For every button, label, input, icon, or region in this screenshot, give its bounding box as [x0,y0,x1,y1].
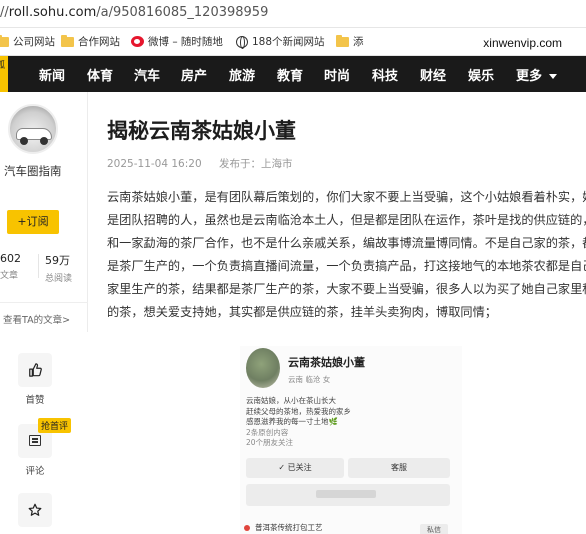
star-icon [28,503,42,516]
article-date: 2025-11-04 16:20 [107,158,202,170]
bio-line: 赶续父母的茶地，热爱我的家乡 [246,406,351,416]
author-card: 汽车圈指南 +订阅 602 文章 59万 总阅读 查看TA的文章> [0,92,88,332]
bookmark-weibo[interactable]: 微博 – 随时随地 [131,34,223,49]
profile-row-tag: 私信 [420,524,448,534]
bookmark-label: 添 [353,36,364,48]
like-button[interactable] [18,353,52,387]
articles-stat: 602 文章 [0,252,21,281]
chevron-down-icon [549,74,558,79]
profile-photo [246,348,280,388]
profile-video-row: 普洱茶传统打包工艺 [244,522,323,533]
nav-item-fashion[interactable]: 时尚 [324,65,350,84]
article-line: 是团队招聘的人，虽然也是云南临沧本土人，但是都是团队在运作，茶叶是找的供应链的， [107,213,586,227]
article-line: 云南茶姑娘小董，是有团队幕后策划的，你们大家不要上当受骗，这个小姑娘看着朴实，她 [107,190,586,204]
like-action[interactable]: 首赞 [18,353,52,406]
bookmark-company-sites[interactable]: 公司网站 [0,34,55,49]
favorite-button[interactable] [18,493,52,527]
nav-item-auto[interactable]: 汽车 [134,65,160,84]
first-comment-badge: 抢首评 [38,418,72,433]
nav-more-label: 更多 [516,69,543,84]
stat-divider [38,254,39,278]
see-author-articles-link[interactable]: 查看TA的文章> [3,312,70,326]
bio-line: 感恩滋养我的每一寸土地🌿 [246,417,338,426]
reads-stat: 59万 总阅读 [45,252,72,284]
embedded-profile-screenshot: 云南茶姑娘小董 云南 临沧 女 云南姑娘，从小在茶山长大 赶续父母的茶地，热爱我… [240,346,462,534]
bookmarks-bar: 公司网站 合作网站 微博 – 随时随地 188个新闻网站 添 xinwenvip… [0,28,586,56]
bookmark-label: 微博 – 随时随地 [148,36,223,48]
comment-label: 评论 [25,466,45,477]
profile-name: 云南茶姑娘小董 [288,356,365,369]
profile-location: 云南 临沧 女 [288,375,331,384]
url-host: roll.sohu.com [8,5,97,20]
articles-count: 602 [0,252,21,265]
article-line: 的茶，想关爱支持她，其实都是供应链的茶，挂羊头卖狗肉，博取同情； [107,305,497,319]
url-prefix: // [0,5,9,20]
nav-item-sports[interactable]: 体育 [87,65,113,84]
favorite-action[interactable] [18,493,52,527]
article-meta: 2025-11-04 16:20 发布于：上海市 [107,156,306,171]
blurred-content [316,490,376,498]
url-text[interactable]: //roll.sohu.com/a/950816085_120398959 [0,5,268,20]
car-wheel [40,137,48,145]
nav-item-finance[interactable]: 财经 [420,65,446,84]
nav-more-button[interactable]: 更多 [516,65,558,84]
folder-icon [61,34,74,47]
nav-item-news[interactable]: 新闻 [39,65,65,84]
folder-icon [336,34,349,47]
comment-button[interactable]: 抢首评 [18,418,72,458]
subscribe-button[interactable]: +订阅 [7,210,59,234]
reads-label: 总阅读 [45,274,73,284]
comment-action[interactable]: 抢首评 评论 [18,418,72,477]
top-nav: 狐 新闻 体育 汽车 房产 旅游 教育 时尚 科技 财经 娱乐 更多 [0,56,586,92]
avatar[interactable] [8,104,58,154]
article-line: 是茶厂生产的，一个负责搞直播间流量，一个负责搞产品，打这接地气的本地茶农都是自己 [107,259,586,273]
bookmark-label: 公司网站 [13,36,55,48]
article-body: 云南茶姑娘小董，是有团队幕后策划的，你们大家不要上当受骗，这个小姑娘看着朴实，她… [107,186,586,324]
like-label: 首赞 [25,395,45,406]
globe-icon [236,35,248,49]
profile-blurred-bar [246,484,450,506]
watermark-text: xinwenvip.com [483,36,562,50]
profile-bio: 云南姑娘，从小在茶山长大 赶续父母的茶地，热爱我的家乡 感恩滋养我的每一寸土地🌿… [246,396,351,449]
url-path: /a/950816085_120398959 [96,5,269,20]
logo-text: 狐 [0,61,6,71]
profile-stat: 20个朋友关注 [246,438,294,447]
reads-count: 59万 [45,254,70,267]
car-wheel [20,137,28,145]
nav-item-entertainment[interactable]: 娱乐 [468,65,494,84]
site-logo[interactable]: 狐 [0,56,8,92]
profile-stat: 2条原创内容 [246,427,289,437]
thumbs-up-icon [29,363,42,377]
nav-item-travel[interactable]: 旅游 [229,65,255,84]
address-bar[interactable]: //roll.sohu.com/a/950816085_120398959 [0,0,586,28]
nav-item-realestate[interactable]: 房产 [181,65,207,84]
bookmark-add[interactable]: 添 [336,34,364,49]
articles-label: 文章 [0,271,19,281]
bookmark-label: 188个新闻网站 [252,36,325,48]
profile-service-button: 客服 [348,458,450,478]
article-line: 和一家勐海的茶厂合作，也不是什么亲戚关系，编故事博流量博同情。不是自己家的茶，都 [107,236,586,250]
bookmark-label: 合作网站 [78,36,120,48]
nav-item-tech[interactable]: 科技 [372,65,398,84]
bookmark-news-sites[interactable]: 188个新闻网站 [236,34,325,49]
video-title: 普洱茶传统打包工艺 [255,523,323,532]
article-location: 发布于：上海市 [218,158,293,170]
folder-icon [0,34,9,47]
live-dot-icon [244,525,250,531]
divider [0,302,88,303]
bio-line: 云南姑娘，从小在茶山长大 [246,396,336,405]
weibo-icon [131,36,144,47]
nav-item-education[interactable]: 教育 [277,65,303,84]
author-name[interactable]: 汽车圈指南 [4,163,62,179]
profile-followed-button: ✓ 已关注 [246,458,344,478]
comment-icon [29,435,41,446]
article-line: 家里生产的茶，结果都是茶厂生产的茶，大家不要上当受骗，很多人以为买了她自己家里种 [107,282,586,296]
article-title: 揭秘云南茶姑娘小董 [107,119,296,143]
bookmark-partner-sites[interactable]: 合作网站 [61,34,120,49]
